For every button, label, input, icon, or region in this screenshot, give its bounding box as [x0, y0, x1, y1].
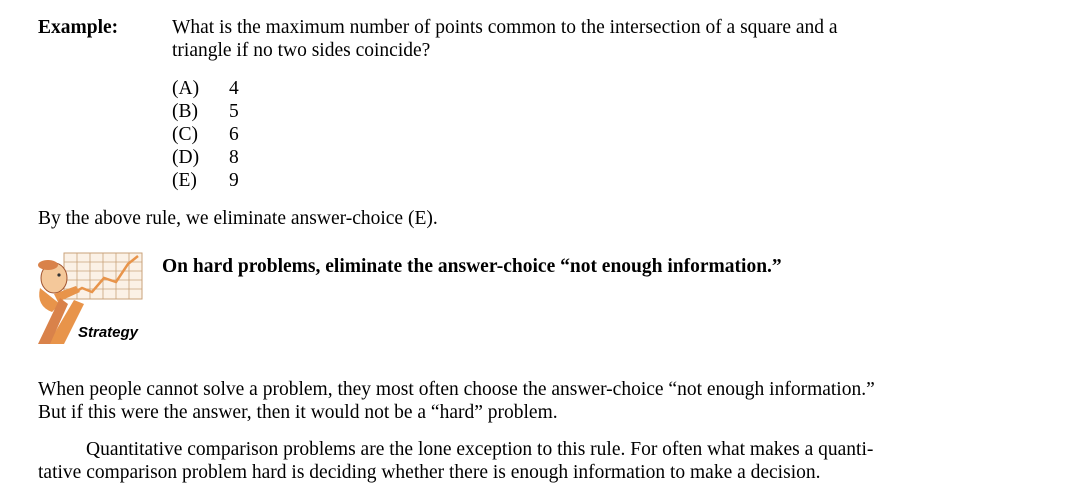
paragraph-text: When people cannot solve a problem, they…: [38, 379, 875, 400]
choice-value: 6: [229, 124, 239, 145]
question-text: What is the maximum number of points com…: [172, 17, 838, 38]
rule-text: By the above rule, we eliminate answer-c…: [38, 208, 438, 229]
choice-letter: (C): [172, 124, 198, 145]
choice-value: 5: [229, 101, 239, 122]
example-label: Example:: [38, 17, 119, 38]
choice-value: 9: [229, 170, 239, 191]
paragraph-text: But if this were the answer, then it wou…: [38, 402, 558, 423]
choice-value: 8: [229, 147, 239, 168]
strategy-heading: On hard problems, eliminate the answer-c…: [162, 256, 782, 277]
question-text-continued: triangle if no two sides coincide?: [172, 40, 431, 61]
paragraph-text: Quantitative comparison problems are the…: [86, 439, 874, 460]
paragraph-text: tative comparison problem hard is decidi…: [38, 462, 821, 483]
choice-letter: (E): [172, 170, 197, 191]
strategy-label: Strategy: [78, 324, 139, 341]
choice-letter: (A): [172, 78, 200, 99]
choice-value: 4: [229, 78, 239, 99]
choice-letter: (B): [172, 101, 198, 122]
choice-letter: (D): [172, 147, 200, 168]
